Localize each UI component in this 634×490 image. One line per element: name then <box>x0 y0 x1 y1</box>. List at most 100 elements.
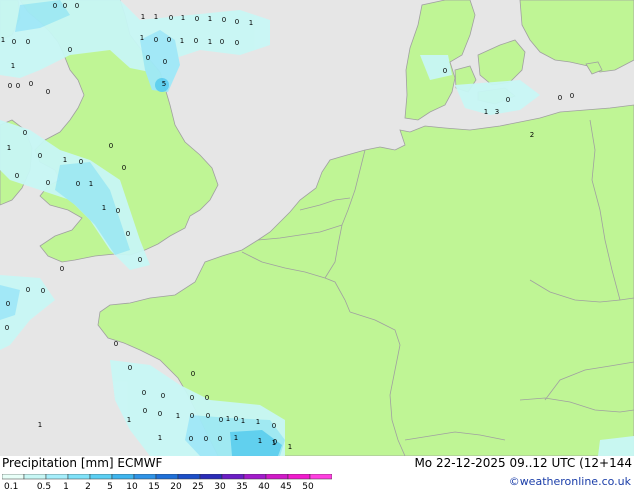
precip-value: 0 <box>116 207 120 215</box>
precip-value: 0 <box>8 82 12 90</box>
precip-value: 0 <box>79 158 83 166</box>
precip-value: 0 <box>169 14 173 22</box>
precip-value: 0 <box>26 38 30 46</box>
precip-value: 1 <box>234 434 238 442</box>
scale-swatch <box>199 474 223 480</box>
precip-value: 0 <box>234 415 238 423</box>
scale-label: 1 <box>63 482 69 490</box>
precip-value: 1 <box>288 443 292 451</box>
precip-value: 0 <box>206 412 210 420</box>
precip-value: 0 <box>204 435 208 443</box>
precip-value: 1 <box>208 15 212 23</box>
precip-value: 0 <box>109 142 113 150</box>
scale-swatch <box>243 474 267 480</box>
precip-value: 0 <box>38 152 42 160</box>
precip-value: 0 <box>161 392 165 400</box>
precip-value: 1 <box>176 412 180 420</box>
precip-value: 0 <box>219 416 223 424</box>
precip-value: 1 <box>256 418 260 426</box>
precip-value: 0 <box>142 389 146 397</box>
scale-label: 25 <box>192 482 203 490</box>
precip-value: 1 <box>226 415 230 423</box>
precip-value: 0 <box>29 80 33 88</box>
precip-value: 0 <box>220 38 224 46</box>
credit-link[interactable]: ©weatheronline.co.uk <box>509 476 631 488</box>
precip-value: 1 <box>11 62 15 70</box>
scale-label: 10 <box>126 482 138 490</box>
precip-value: 0 <box>23 129 27 137</box>
scale-label: 30 <box>214 482 226 490</box>
valid-time: Mo 22-12-2025 09..12 UTC (12+144 <box>414 456 632 470</box>
precip-value: 1 <box>158 434 162 442</box>
precip-value: 0 <box>443 67 447 75</box>
precip-value: 1 <box>38 421 42 429</box>
precip-value: 0 <box>76 180 80 188</box>
precip-value: 0 <box>63 2 67 10</box>
precip-value: 0 <box>53 2 57 10</box>
precip-value: 1 <box>141 13 145 21</box>
scale-swatch <box>265 474 289 480</box>
precip-value: 0 <box>235 18 239 26</box>
precip-value: 1 <box>89 180 93 188</box>
scale-swatch <box>111 474 135 480</box>
precip-value: 0 <box>6 300 10 308</box>
precip-value: 1 <box>249 19 253 27</box>
scale-swatch <box>89 474 113 480</box>
chart-title: Precipitation [mm] ECMWF <box>2 456 163 470</box>
precip-value: 1 <box>140 34 144 42</box>
precip-value: 0 <box>194 37 198 45</box>
scale-swatch <box>45 474 69 480</box>
precip-value: 0 <box>15 172 19 180</box>
precip-value: 0 <box>273 438 277 446</box>
scale-label: 35 <box>236 482 247 490</box>
scale-label: 15 <box>148 482 159 490</box>
precip-value: 0 <box>163 58 167 66</box>
scale-swatch <box>221 474 245 480</box>
precip-color-scale: 0.1 0.5 1 2 5 10 15 20 25 30 35 40 45 50 <box>2 474 332 490</box>
precip-value: 0 <box>189 435 193 443</box>
precip-value: 0 <box>205 394 209 402</box>
precip-value: 0 <box>60 265 64 273</box>
precip-value: 1 <box>127 416 131 424</box>
precip-value: 0 <box>146 54 150 62</box>
precip-value: 0 <box>16 82 20 90</box>
precip-value: 0 <box>506 96 510 104</box>
precip-value: 0 <box>46 88 50 96</box>
precip-value: 1 <box>180 37 184 45</box>
precip-value: 1 <box>484 108 488 116</box>
precip-value: 1 <box>241 417 245 425</box>
scale-swatch <box>23 474 47 480</box>
precip-value: 0 <box>68 46 72 54</box>
precip-value: 1 <box>181 14 185 22</box>
precip-value: 0 <box>167 36 171 44</box>
scale-label: 0.5 <box>37 482 51 490</box>
precip-value: 0 <box>558 94 562 102</box>
precip-value: 0 <box>158 410 162 418</box>
precip-value: 1 <box>154 13 158 21</box>
precip-value: 3 <box>495 108 499 116</box>
precip-value: 0 <box>222 16 226 24</box>
precip-value: 0 <box>126 230 130 238</box>
precip-value: 1 <box>7 144 11 152</box>
precip-value: 1 <box>258 437 262 445</box>
scale-label: 2 <box>85 482 91 490</box>
scale-label: 20 <box>170 482 182 490</box>
precip-value: 0 <box>235 39 239 47</box>
scale-swatch <box>177 474 201 480</box>
scale-label: 5 <box>107 482 113 490</box>
scale-swatch <box>133 474 157 480</box>
precip-value: 1 <box>102 204 106 212</box>
precip-value: 0 <box>138 256 142 264</box>
precip-value: 1 <box>208 38 212 46</box>
precipitation-map: 0 0 0 1 1 0 1 0 1 0 0 1 1 0 0 1 0 0 1 0 1 0 0 5 0 1 0 0 0 0 0 0 0 1 0 1 0 0 0 0… <box>0 0 634 457</box>
scale-label: 45 <box>280 482 291 490</box>
precip-value: 0 <box>128 364 132 372</box>
precip-value: 0 <box>191 370 195 378</box>
precip-value: 0 <box>5 324 9 332</box>
scale-swatch <box>155 474 179 480</box>
precip-value: 0 <box>122 164 126 172</box>
precip-value: 0 <box>26 286 30 294</box>
scale-swatch <box>309 474 332 480</box>
footer: Precipitation [mm] ECMWF Mo 22-12-2025 0… <box>0 456 634 490</box>
precip-value: 0 <box>114 340 118 348</box>
